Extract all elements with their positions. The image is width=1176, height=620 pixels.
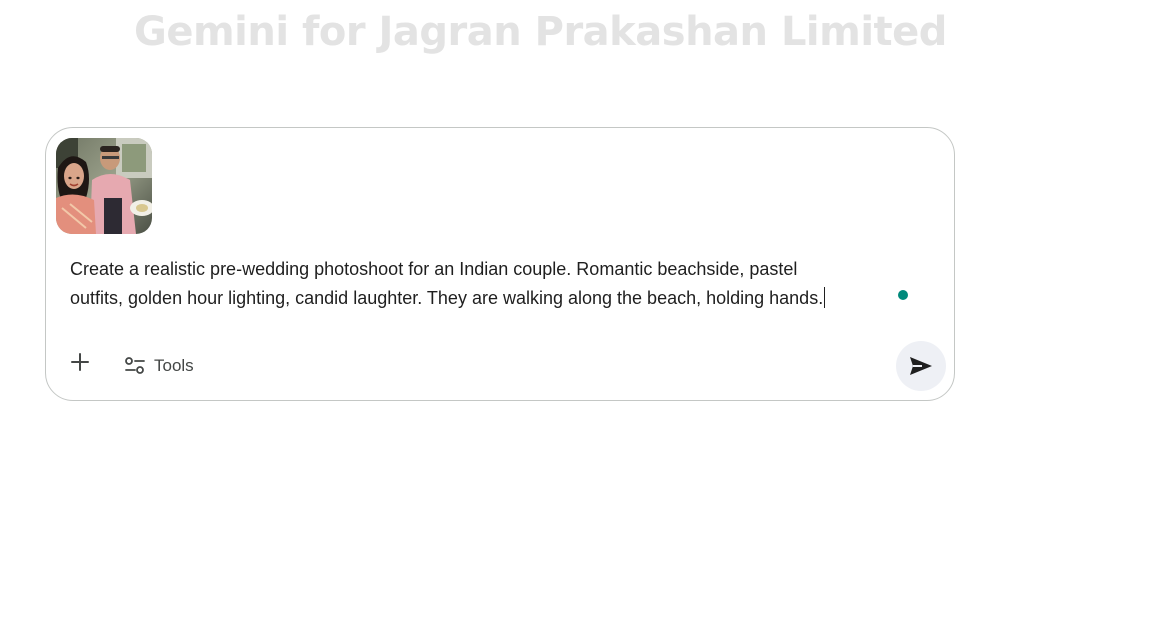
prompt-input[interactable]: Create a realistic pre-wedding photoshoo… xyxy=(70,255,920,313)
send-icon xyxy=(910,357,932,375)
plus-icon xyxy=(71,353,89,371)
prompt-text-line-2: outfits, golden hour lighting, candid la… xyxy=(70,288,824,308)
text-cursor xyxy=(824,287,826,308)
couple-photo-thumbnail xyxy=(56,138,152,234)
send-button[interactable] xyxy=(896,341,946,391)
attached-image-thumbnail[interactable] xyxy=(56,138,152,234)
add-attachment-button[interactable] xyxy=(64,346,96,378)
prompt-text-line-1: Create a realistic pre-wedding photoshoo… xyxy=(70,259,798,279)
sliders-icon xyxy=(125,357,145,374)
tools-label: Tools xyxy=(154,356,194,375)
status-dot-icon xyxy=(898,290,908,300)
gemini-page: Gemini for Jagran Prakashan Limited Crea… xyxy=(0,0,1176,620)
prompt-composer: Create a realistic pre-wedding photoshoo… xyxy=(45,127,955,401)
prompt-text-line-2-wrapper: outfits, golden hour lighting, candid la… xyxy=(70,284,920,313)
tools-button[interactable]: Tools xyxy=(124,348,194,384)
page-title: Gemini for Jagran Prakashan Limited xyxy=(134,9,947,55)
